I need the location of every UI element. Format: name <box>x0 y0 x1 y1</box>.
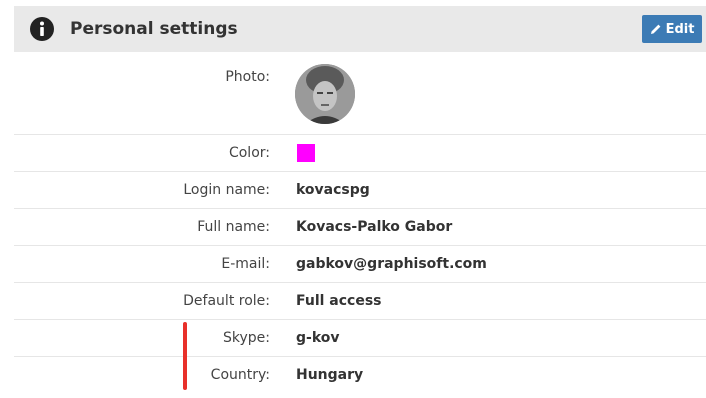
default-role-value: Full access <box>296 293 382 309</box>
highlight-bar <box>183 322 187 390</box>
pencil-icon <box>650 24 660 34</box>
skype-label: Skype: <box>223 330 270 346</box>
photo-row: Photo: <box>14 52 706 135</box>
login-name-row: Login name: kovacspg <box>14 172 706 209</box>
email-row: E-mail: gabkov@graphisoft.com <box>14 246 706 283</box>
login-name-label: Login name: <box>183 182 270 198</box>
country-value: Hungary <box>296 367 364 383</box>
email-label: E-mail: <box>221 256 270 272</box>
personal-settings-panel: Personal settings Edit Photo: Color: Log… <box>14 6 706 398</box>
country-row: Country: Hungary <box>14 357 706 394</box>
color-label: Color: <box>228 145 270 161</box>
color-row: Color: <box>14 135 706 172</box>
edit-button[interactable]: Edit <box>642 15 702 43</box>
full-name-row: Full name: Kovacs-Palko Gabor <box>14 209 706 246</box>
photo-label: Photo: <box>225 69 270 85</box>
skype-row: Skype: g-kov <box>14 320 706 357</box>
avatar <box>295 64 355 124</box>
full-name-label: Full name: <box>197 219 270 235</box>
default-role-row: Default role: Full access <box>14 283 706 320</box>
panel-header: Personal settings Edit <box>14 6 706 52</box>
skype-value: g-kov <box>296 330 340 346</box>
full-name-value: Kovacs-Palko Gabor <box>296 219 453 235</box>
panel-title: Personal settings <box>70 19 238 39</box>
login-name-value: kovacspg <box>296 182 370 198</box>
default-role-label: Default role: <box>183 293 270 309</box>
color-swatch <box>297 144 315 162</box>
info-icon <box>30 17 54 41</box>
email-value: gabkov@graphisoft.com <box>296 256 487 272</box>
edit-button-label: Edit <box>665 21 695 37</box>
country-label: Country: <box>210 367 270 383</box>
